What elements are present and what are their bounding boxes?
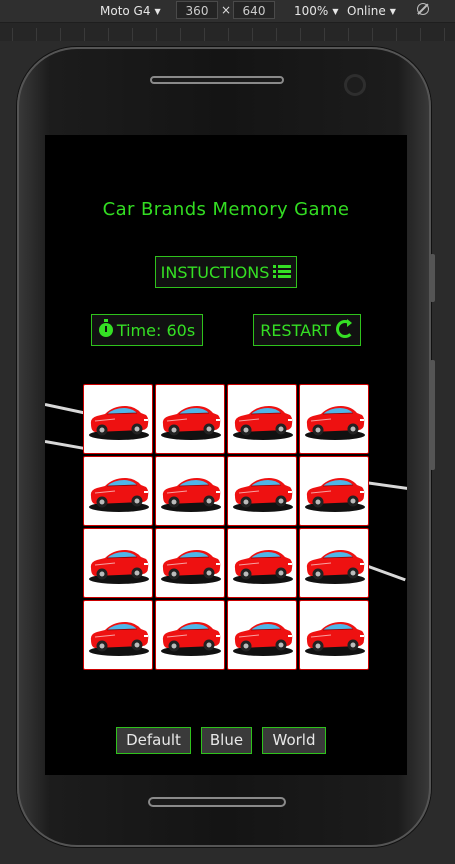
phone-screen: Car Brands Memory Game INSTUCTIONS Time:…	[45, 135, 407, 775]
restart-button-label: RESTART	[260, 321, 331, 340]
memory-card[interactable]	[155, 600, 225, 670]
red-car-icon	[229, 538, 295, 588]
memory-card[interactable]	[227, 528, 297, 598]
theme-button-default[interactable]: Default	[116, 727, 191, 754]
red-car-icon	[157, 466, 223, 516]
volume-button	[430, 254, 435, 302]
page-title: Car Brands Memory Game	[102, 199, 350, 220]
zoom-select[interactable]: 100% ▼	[294, 3, 338, 19]
red-car-icon	[229, 394, 295, 444]
network-select[interactable]: Online ▼	[347, 3, 396, 19]
timer-label: Time: 60s	[116, 321, 196, 340]
red-car-icon	[85, 610, 151, 660]
chevron-down-icon: ▼	[389, 7, 396, 16]
chevron-down-icon: ▼	[332, 7, 339, 16]
device-select-label: Moto G4	[100, 4, 151, 18]
background-beam	[364, 481, 407, 491]
power-button	[430, 360, 435, 470]
height-input[interactable]: 640	[233, 1, 275, 19]
memory-card[interactable]	[83, 384, 153, 454]
memory-card[interactable]	[299, 456, 369, 526]
device-select[interactable]: Moto G4 ▼	[100, 3, 161, 19]
red-car-icon	[85, 466, 151, 516]
ruler	[0, 23, 455, 41]
red-car-icon	[157, 538, 223, 588]
bottom-speaker	[148, 797, 286, 807]
memory-card[interactable]	[155, 456, 225, 526]
stopwatch-icon	[98, 319, 113, 337]
memory-card[interactable]	[299, 528, 369, 598]
memory-card[interactable]	[299, 384, 369, 454]
red-car-icon	[301, 610, 367, 660]
memory-card[interactable]	[83, 600, 153, 670]
red-car-icon	[229, 610, 295, 660]
dimension-separator: ×	[221, 3, 232, 17]
background-beam	[45, 440, 85, 450]
red-car-icon	[229, 466, 295, 516]
memory-card[interactable]	[155, 528, 225, 598]
memory-card[interactable]	[227, 456, 297, 526]
camera-icon	[344, 74, 366, 96]
devtools-toolbar: Moto G4 ▼ 360 × 640 100% ▼ Online ▼	[0, 0, 455, 23]
theme-button-blue[interactable]: Blue	[201, 727, 252, 754]
timer-display: Time: 60s	[91, 314, 203, 346]
instructions-button[interactable]: INSTUCTIONS	[155, 256, 297, 288]
chevron-down-icon: ▼	[154, 7, 161, 16]
instructions-button-label: INSTUCTIONS	[160, 263, 270, 282]
refresh-icon	[335, 319, 354, 338]
rotate-icon[interactable]	[417, 3, 429, 15]
red-car-icon	[85, 394, 151, 444]
top-speaker	[150, 76, 284, 84]
memory-card[interactable]	[227, 384, 297, 454]
red-car-icon	[301, 394, 367, 444]
memory-card[interactable]	[299, 600, 369, 670]
red-car-icon	[85, 538, 151, 588]
memory-card[interactable]	[227, 600, 297, 670]
memory-card[interactable]	[83, 456, 153, 526]
network-select-label: Online	[347, 4, 386, 18]
memory-card[interactable]	[155, 384, 225, 454]
memory-card[interactable]	[83, 528, 153, 598]
red-car-icon	[301, 466, 367, 516]
red-car-icon	[301, 538, 367, 588]
card-grid	[83, 384, 369, 670]
theme-button-world[interactable]: World	[262, 727, 326, 754]
zoom-select-label: 100%	[294, 4, 329, 18]
restart-button[interactable]: RESTART	[253, 314, 361, 346]
red-car-icon	[157, 394, 223, 444]
red-car-icon	[157, 610, 223, 660]
list-icon	[273, 263, 292, 280]
width-input[interactable]: 360	[176, 1, 218, 19]
